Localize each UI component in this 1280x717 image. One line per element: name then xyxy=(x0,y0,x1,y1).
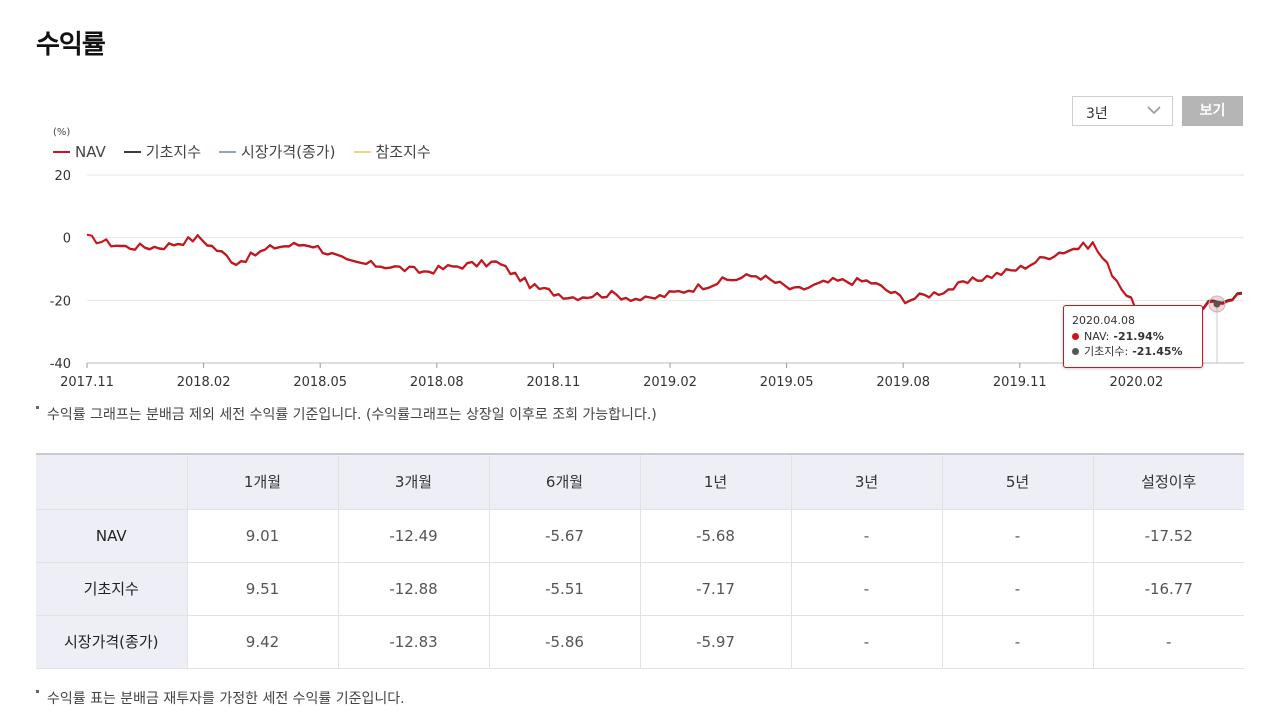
table-header-row: 1개월 3개월 6개월 1년 3년 5년 설정이후 xyxy=(36,453,1244,510)
table-cell: - xyxy=(790,509,942,563)
table-cell: - xyxy=(790,615,942,669)
chart-note: 수익률 그래프는 분배금 제외 세전 수익률 기준입니다. (수익률그래프는 상… xyxy=(36,404,657,424)
table-cell: -17.52 xyxy=(1092,509,1244,563)
table-cell: 9.01 xyxy=(186,509,338,563)
tooltip-label: 기초지수: xyxy=(1084,345,1129,358)
row-label: 시장가격(종가) xyxy=(36,615,187,669)
table-header-cell: 6개월 xyxy=(488,453,640,510)
tooltip-row-base-index: 기초지수: -21.45% xyxy=(1072,344,1202,359)
tooltip-dot-nav xyxy=(1072,333,1079,340)
table-cell: - xyxy=(1092,615,1244,669)
table-cell: -7.17 xyxy=(639,562,791,616)
y-tick-label: 20 xyxy=(54,169,71,184)
x-tick-label: 2019.02 xyxy=(643,375,697,390)
chart-note-text: 수익률 그래프는 분배금 제외 세전 수익률 기준입니다. (수익률그래프는 상… xyxy=(47,407,657,423)
table-cell: -5.51 xyxy=(488,562,640,616)
table-cell: -5.67 xyxy=(488,509,640,563)
y-tick-label: 0 xyxy=(63,232,71,247)
x-tick-label: 2018.08 xyxy=(410,375,464,390)
x-tick-label: 2020.02 xyxy=(1110,375,1164,390)
table-cell: -12.83 xyxy=(337,615,489,669)
table-note: 수익률 표는 분배금 재투자를 가정한 세전 수익률 기준입니다. xyxy=(36,688,405,708)
table-cell: -12.49 xyxy=(337,509,489,563)
table-cell: - xyxy=(790,562,942,616)
x-tick-label: 2019.08 xyxy=(876,375,930,390)
table-row: NAV 9.01 -12.49 -5.67 -5.68 - - -17.52 xyxy=(36,509,1244,563)
table-row: 기초지수 9.51 -12.88 -5.51 -7.17 - - -16.77 xyxy=(36,562,1244,616)
returns-table: 1개월 3개월 6개월 1년 3년 5년 설정이후 NAV 9.01 -12.4… xyxy=(36,453,1244,669)
x-tick-label: 2018.02 xyxy=(177,375,231,390)
table-cell: - xyxy=(941,615,1093,669)
table-cell: -5.97 xyxy=(639,615,791,669)
x-tick-label: 2018.11 xyxy=(527,375,581,390)
x-tick-label: 2017.11 xyxy=(60,375,114,390)
row-label: NAV xyxy=(36,509,187,563)
table-cell: -5.68 xyxy=(639,509,791,563)
y-tick-label: -20 xyxy=(50,294,71,309)
table-header-cell: 1년 xyxy=(639,453,791,510)
table-cell: - xyxy=(941,509,1093,563)
tooltip-dot-base-index xyxy=(1072,348,1079,355)
table-header-cell: 3년 xyxy=(790,453,942,510)
table-cell: -16.77 xyxy=(1092,562,1244,616)
tooltip-value: -21.94% xyxy=(1113,330,1164,343)
hover-point xyxy=(1213,300,1221,308)
bullet-icon xyxy=(36,690,39,693)
table-row: 시장가격(종가) 9.42 -12.83 -5.86 -5.97 - - - xyxy=(36,615,1244,669)
row-label: 기초지수 xyxy=(36,562,187,616)
tooltip-value: -21.45% xyxy=(1132,345,1183,358)
y-tick-label: -40 xyxy=(50,357,71,372)
table-header-cell: 3개월 xyxy=(337,453,489,510)
table-cell: -12.88 xyxy=(337,562,489,616)
table-cell: -5.86 xyxy=(488,615,640,669)
table-header-cell xyxy=(36,453,187,510)
x-tick-label: 2019.05 xyxy=(760,375,814,390)
x-tick-label: 2018.05 xyxy=(293,375,347,390)
tooltip-label: NAV: xyxy=(1084,330,1110,343)
table-cell: 9.42 xyxy=(186,615,338,669)
table-header-cell: 설정이후 xyxy=(1092,453,1244,510)
table-note-text: 수익률 표는 분배금 재투자를 가정한 세전 수익률 기준입니다. xyxy=(47,691,405,707)
chart-tooltip: 2020.04.08 NAV: -21.94% 기초지수: -21.45% xyxy=(1063,305,1203,368)
bullet-icon xyxy=(36,406,39,409)
table-cell: - xyxy=(941,562,1093,616)
x-tick-label: 2019.11 xyxy=(993,375,1047,390)
table-header-cell: 5년 xyxy=(941,453,1093,510)
tooltip-date: 2020.04.08 xyxy=(1072,314,1135,327)
table-header-cell: 1개월 xyxy=(186,453,338,510)
table-cell: 9.51 xyxy=(186,562,338,616)
tooltip-row-nav: NAV: -21.94% xyxy=(1072,329,1202,344)
